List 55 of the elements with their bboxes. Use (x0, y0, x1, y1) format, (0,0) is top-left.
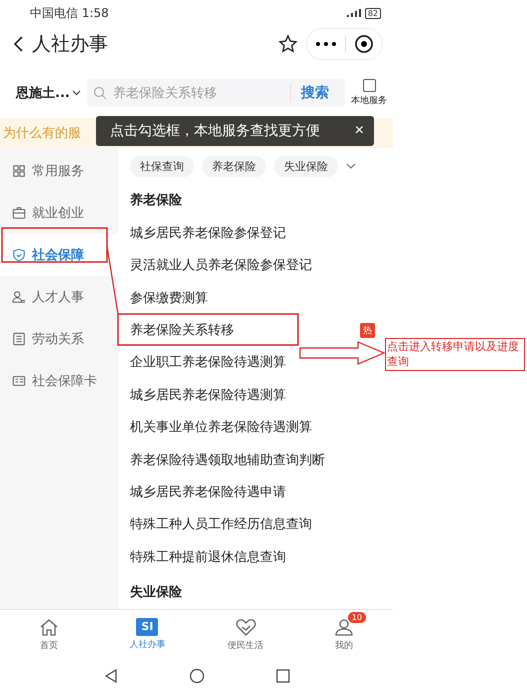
service-item[interactable]: 特殊工种提前退休信息查询 (130, 540, 383, 573)
status-carrier-time: 中国电信 1:58 (30, 4, 109, 22)
search-field[interactable]: 养老保险关系转移 搜索 (86, 79, 345, 107)
search-button[interactable]: 搜索 (290, 84, 339, 102)
shield-icon (12, 248, 26, 262)
service-item[interactable]: 企业职工养老保险待遇测算 (130, 346, 383, 379)
tab-item[interactable]: SI 人社办事 (98, 610, 196, 658)
service-item[interactable]: 机关事业单位养老保险待遇测算 (130, 410, 383, 444)
leader-line (106, 246, 119, 314)
count-badge: 10 (348, 612, 366, 623)
si-logo-icon: SI (136, 618, 158, 636)
notice-text: 为什么有的服 (3, 125, 81, 142)
tooltip-text: 点击勾选框，本地服务查找更方便 (110, 122, 320, 140)
chevron-down-icon[interactable] (346, 163, 356, 170)
checkbox-label: 本地服务 (351, 94, 387, 107)
hot-badge: 热 (360, 322, 375, 338)
section-heading: 养老保险 (130, 192, 183, 210)
service-item[interactable]: 城乡居民养老保险待遇测算 (130, 378, 383, 411)
back-icon[interactable] (102, 668, 118, 684)
back-icon[interactable] (12, 35, 24, 53)
service-item[interactable]: 城乡居民养老保险参保登记 (130, 216, 383, 250)
service-item[interactable]: 城乡居民养老保险待遇申请 (130, 476, 383, 508)
page-title: 人社办事 (32, 32, 109, 57)
document-icon (12, 332, 26, 346)
briefcase-icon (12, 206, 26, 220)
category-chip[interactable]: 社保查询 (130, 156, 194, 177)
service-item[interactable]: 灵活就业人员养老保险参保登记 (130, 249, 383, 282)
tab-item[interactable]: 便民生活 (196, 610, 295, 658)
category-chip[interactable]: 失业保险 (274, 156, 338, 177)
chevron-down-icon (72, 90, 81, 96)
recents-icon[interactable] (274, 668, 290, 684)
search-icon (92, 86, 107, 100)
annotation-text: 点击进入转移申请以及进度查询 (385, 338, 525, 371)
handshake-heart-icon (234, 616, 257, 636)
battery-icon: 82 (364, 8, 381, 18)
service-item[interactable]: 养老保险关系转移 热 (130, 314, 383, 346)
home-icon[interactable] (188, 668, 204, 684)
card-icon (12, 374, 26, 388)
tab-item[interactable]: 我的 10 (294, 610, 393, 658)
service-item[interactable]: 养老保险待遇领取地辅助查询判断 (130, 443, 383, 476)
grid-icon (12, 164, 26, 178)
star-icon[interactable] (278, 34, 298, 54)
person-icon (12, 290, 26, 304)
signal-icon (346, 9, 361, 17)
sidebar-item[interactable]: 社会保障 (0, 234, 118, 276)
checkbox[interactable] (362, 79, 376, 92)
tab-item[interactable]: 首页 (0, 610, 98, 658)
region-selector[interactable]: 恩施土... (16, 84, 81, 102)
section-heading: 失业保险 (130, 584, 183, 602)
target-icon[interactable] (354, 34, 374, 54)
more-icon[interactable] (315, 41, 337, 47)
service-item[interactable]: 特殊工种人员工作经历信息查询 (130, 508, 383, 540)
close-button[interactable]: × (354, 122, 364, 140)
service-item[interactable]: 参保缴费测算 (130, 282, 383, 314)
category-chip[interactable]: 养老保险 (202, 156, 266, 177)
